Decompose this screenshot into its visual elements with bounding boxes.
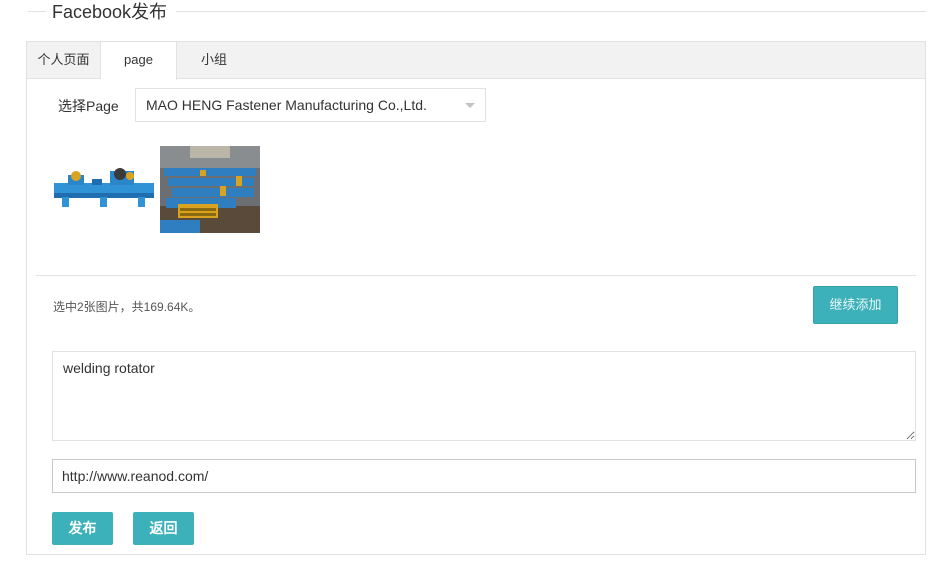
- legend-line-right: [176, 11, 926, 12]
- section-divider: [36, 275, 916, 276]
- page-select-label: 选择Page: [58, 98, 119, 114]
- facebook-publish-page: Facebook发布 个人页面 page 小组 选择Page MAO HENG …: [0, 0, 934, 561]
- chevron-down-icon: [465, 103, 475, 108]
- legend-line-left: [28, 11, 46, 12]
- page-select[interactable]: MAO HENG Fastener Manufacturing Co.,Ltd.: [135, 88, 486, 122]
- tab-personal-page[interactable]: 个人页面: [27, 42, 101, 79]
- section-header: Facebook发布: [0, 0, 926, 24]
- image-selection-summary: 选中2张图片，共169.64K。: [53, 300, 201, 314]
- page-select-value: MAO HENG Fastener Manufacturing Co.,Ltd.: [146, 97, 427, 113]
- message-textarea[interactable]: welding rotator: [52, 351, 916, 441]
- link-input[interactable]: [52, 459, 916, 493]
- back-button[interactable]: 返回: [133, 512, 194, 545]
- tab-bar: 个人页面 page 小组: [27, 42, 925, 80]
- add-more-images-button[interactable]: 继续添加: [813, 286, 898, 324]
- image-thumbnail-factory[interactable]: [160, 146, 260, 233]
- page-title: Facebook发布: [52, 2, 168, 22]
- publish-panel: 个人页面 page 小组 选择Page MAO HENG Fastener Ma…: [26, 41, 926, 555]
- tab-group[interactable]: 小组: [177, 42, 251, 79]
- tab-page[interactable]: page: [101, 42, 177, 80]
- image-thumbnail-rotator[interactable]: [54, 167, 154, 209]
- publish-button[interactable]: 发布: [52, 512, 113, 545]
